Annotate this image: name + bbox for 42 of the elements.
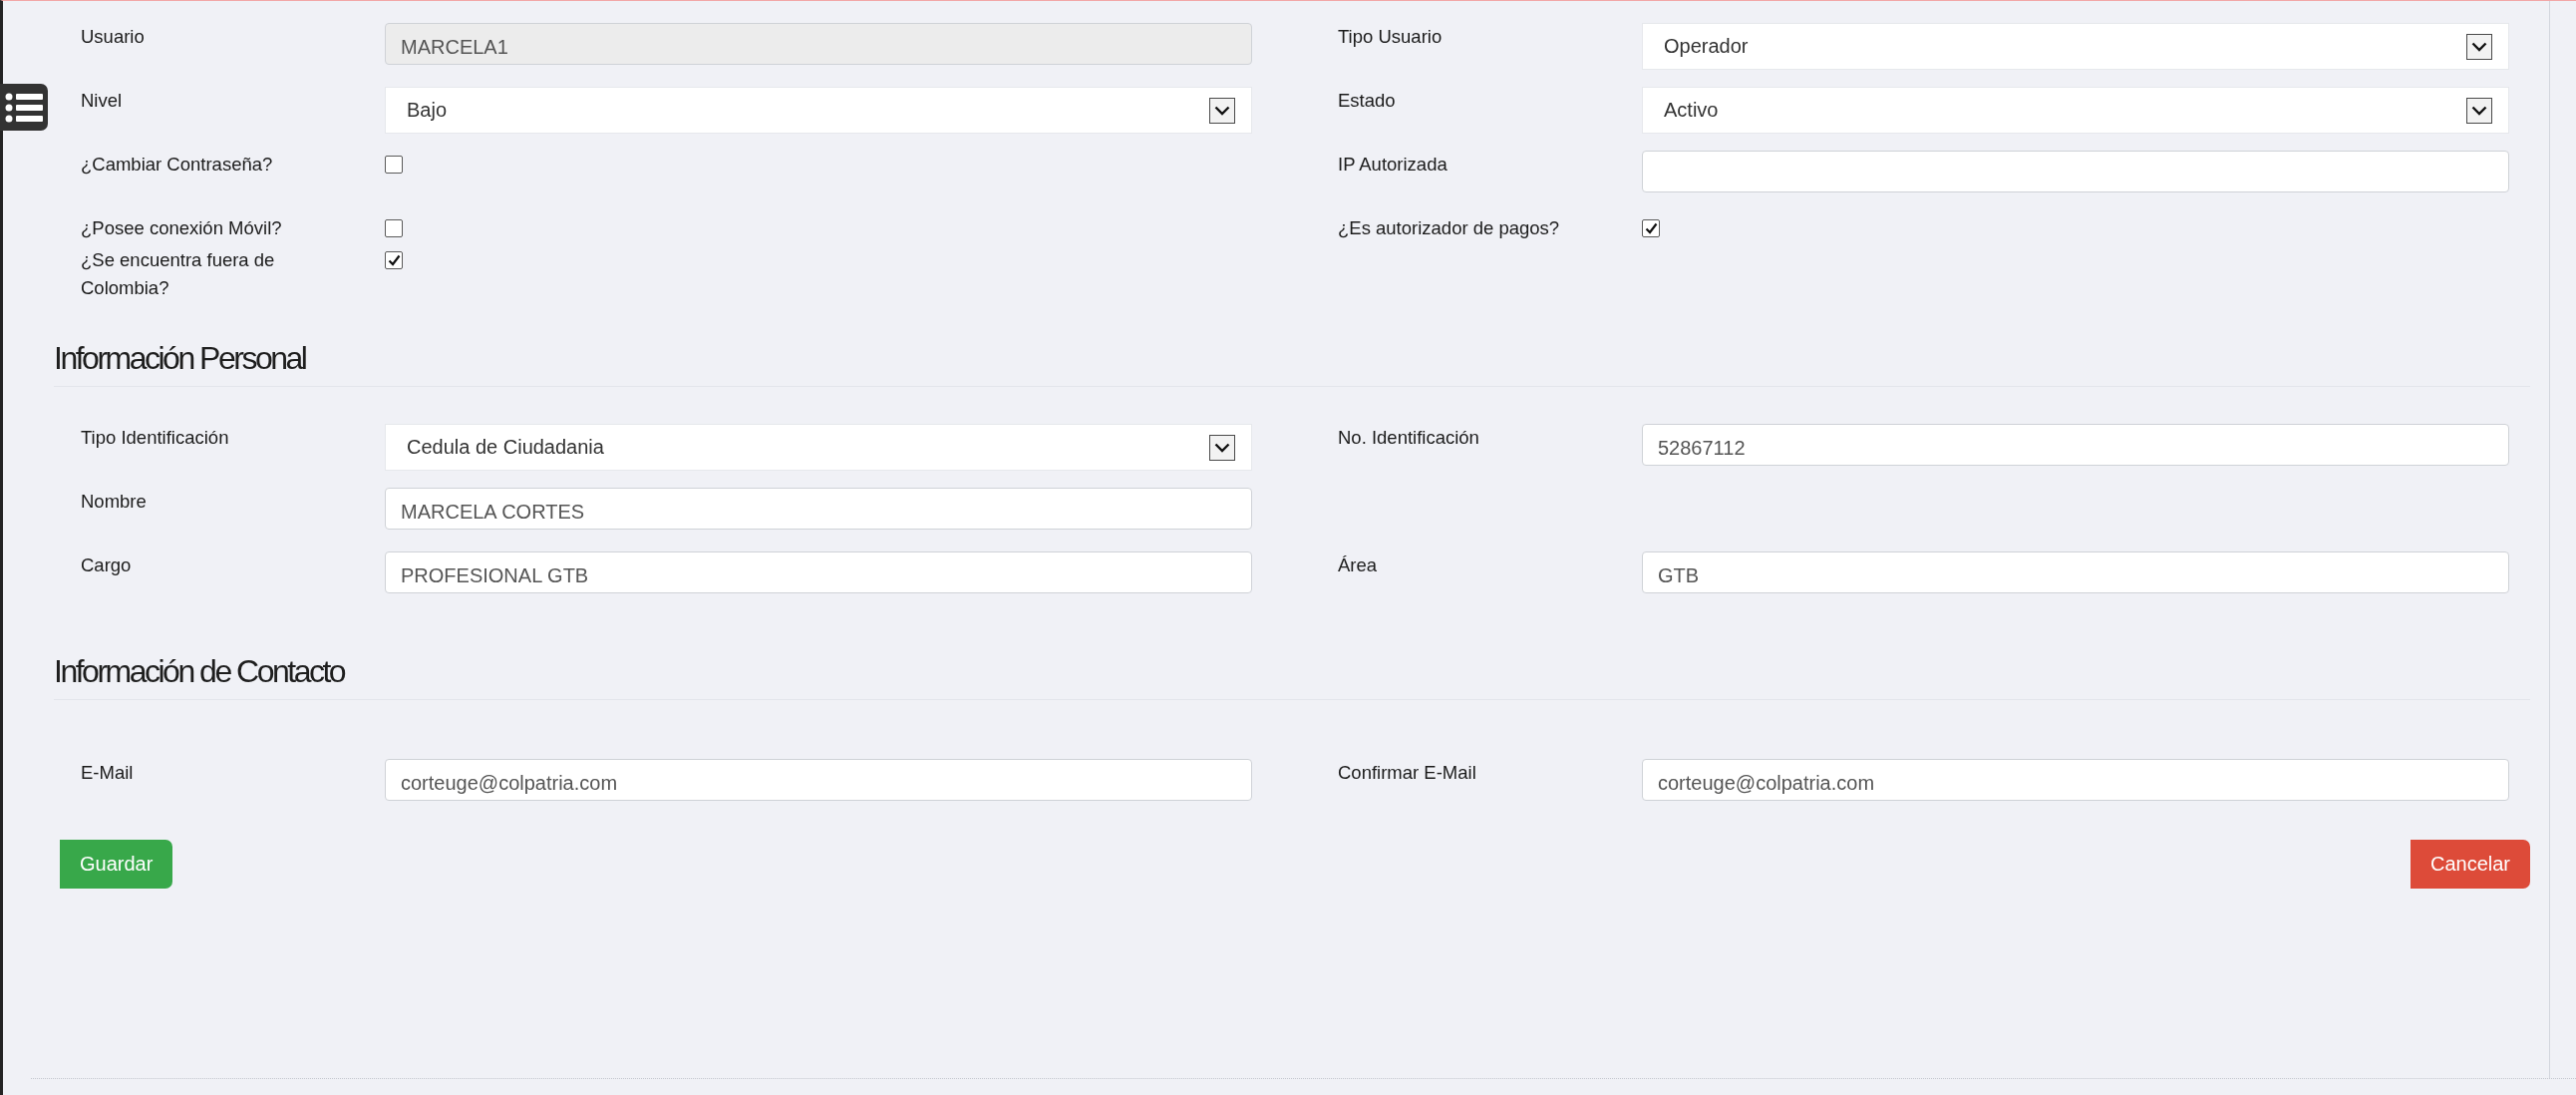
field-label: ¿Posee conexión Móvil? xyxy=(81,216,283,240)
text-field[interactable]: PROFESIONAL GTB xyxy=(385,551,1252,593)
checkmark-icon xyxy=(1644,222,1658,234)
field-label: ¿Se encuentra fuera de Colombia? xyxy=(81,248,276,300)
dropdown[interactable]: Activo xyxy=(1642,87,2509,134)
field-label: Cargo xyxy=(81,553,133,577)
text-field[interactable]: MARCELA CORTES xyxy=(385,488,1252,530)
section-heading: Información Personal xyxy=(54,339,306,378)
field-label: Usuario xyxy=(81,25,146,49)
checkbox[interactable] xyxy=(385,251,403,269)
checkbox[interactable] xyxy=(385,219,403,237)
chevron-down-icon xyxy=(1209,434,1235,461)
field-label: IP Autorizada xyxy=(1338,153,1449,177)
dropdown[interactable]: Cedula de Ciudadania xyxy=(385,424,1252,471)
menu-button[interactable] xyxy=(0,84,48,131)
field-label: Confirmar E-Mail xyxy=(1338,761,1477,785)
field-label: ¿Es autorizador de pagos? xyxy=(1338,216,1561,240)
field-label: No. Identificación xyxy=(1338,426,1480,450)
field-label: Nombre xyxy=(81,490,148,514)
text-field[interactable]: corteuge@colpatria.com xyxy=(385,759,1252,801)
field-label: Nivel xyxy=(81,89,124,113)
chevron-down-icon xyxy=(2466,97,2492,124)
dropdown[interactable]: Operador xyxy=(1642,23,2509,70)
text-field[interactable]: GTB xyxy=(1642,551,2509,593)
text-field[interactable] xyxy=(1642,151,2509,192)
field-label: E-Mail xyxy=(81,761,135,785)
field-label: ¿Cambiar Contraseña? xyxy=(81,153,274,177)
field-label: Tipo Usuario xyxy=(1338,25,1444,49)
text-field[interactable]: 52867112 xyxy=(1642,424,2509,466)
field-label: Área xyxy=(1338,553,1379,577)
list-icon xyxy=(5,92,43,123)
checkbox[interactable] xyxy=(1642,219,1660,237)
checkmark-icon xyxy=(387,254,401,266)
checkbox[interactable] xyxy=(385,156,403,174)
cancel-button[interactable]: Cancelar xyxy=(2410,840,2530,889)
field-label: Tipo Identificación xyxy=(81,426,230,450)
chevron-down-icon xyxy=(2466,33,2492,60)
text-field[interactable]: corteuge@colpatria.com xyxy=(1642,759,2509,801)
section-heading: Información de Contacto xyxy=(54,652,345,691)
field-label: Estado xyxy=(1338,89,1397,113)
dropdown[interactable]: Bajo xyxy=(385,87,1252,134)
chevron-down-icon xyxy=(1209,97,1235,124)
